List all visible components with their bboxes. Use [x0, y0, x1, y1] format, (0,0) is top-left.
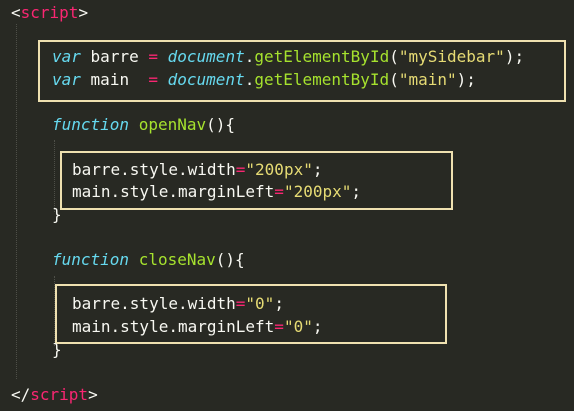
assign-operator: =: [274, 182, 284, 201]
assign-operator: =: [235, 294, 246, 313]
string-literal: "200px": [283, 182, 352, 201]
indent-guide: [16, 24, 17, 379]
code-line-closenav-close: }: [52, 339, 62, 361]
paren-semicolon: );: [456, 70, 476, 89]
script-tag: script: [30, 385, 89, 404]
variable-name: barre: [90, 47, 139, 66]
code-line-script-open: <script>: [11, 2, 88, 24]
dot: .: [244, 47, 255, 66]
function-name: openNav: [138, 115, 207, 134]
function-keyword: function: [52, 250, 130, 269]
paren-semicolon: );: [504, 47, 525, 66]
code-line-var-main: var main = document.getElementById("main…: [52, 69, 476, 91]
assign-operator: =: [148, 47, 158, 66]
function-keyword: function: [52, 115, 130, 134]
property-path: main.style.marginLeft: [72, 182, 275, 201]
close-brace: }: [52, 205, 62, 224]
assign-operator: =: [274, 317, 284, 336]
code-line-function-opennav: function openNav(){: [52, 114, 235, 136]
semicolon: ;: [312, 317, 323, 336]
string-literal: "0": [283, 317, 313, 336]
tag-bracket: >: [78, 3, 89, 22]
script-tag: script: [20, 3, 79, 22]
code-editor[interactable]: <script> var barre = document.getElement…: [0, 0, 574, 411]
code-line-opennav-margin: main.style.marginLeft="200px";: [72, 181, 361, 203]
assign-operator: =: [235, 160, 246, 179]
tag-bracket: >: [88, 385, 98, 404]
code-line-script-close: </script>: [11, 384, 98, 406]
function-name: closeNav: [138, 250, 216, 269]
code-line-closenav-width: barre.style.width="0";: [72, 293, 284, 315]
string-literal: "mySidebar": [398, 47, 505, 66]
assign-operator: =: [148, 70, 158, 89]
semicolon: ;: [351, 182, 362, 201]
paren-brace: (){: [215, 250, 245, 269]
paren: (: [389, 47, 399, 66]
semicolon: ;: [274, 294, 284, 313]
property-path: barre.style.width: [72, 160, 236, 179]
document-object: document: [167, 47, 245, 66]
code-line-opennav-close: }: [52, 204, 62, 226]
string-literal: "main": [398, 70, 457, 89]
string-literal: "0": [245, 294, 275, 313]
property-path: main.style.marginLeft: [72, 317, 275, 336]
string-literal: "200px": [245, 160, 313, 179]
semicolon: ;: [312, 160, 323, 179]
document-object: document: [167, 70, 245, 89]
close-brace: }: [52, 340, 62, 359]
method-name: getElementById: [254, 70, 390, 89]
code-line-closenav-margin: main.style.marginLeft="0";: [72, 316, 322, 338]
paren-brace: (){: [206, 115, 236, 134]
paren: (: [389, 70, 399, 89]
tag-bracket: </: [11, 385, 31, 404]
method-name: getElementById: [254, 47, 390, 66]
code-line-function-closenav: function closeNav(){: [52, 249, 245, 271]
tag-bracket: <: [11, 3, 21, 22]
var-keyword: var: [52, 47, 81, 66]
variable-name: main: [90, 70, 130, 89]
code-line-var-barre: var barre = document.getElementById("myS…: [52, 46, 524, 68]
var-keyword: var: [52, 70, 81, 89]
code-line-opennav-width: barre.style.width="200px";: [72, 159, 322, 181]
dot: .: [244, 70, 255, 89]
property-path: barre.style.width: [72, 294, 236, 313]
indent-guide: [54, 140, 55, 212]
